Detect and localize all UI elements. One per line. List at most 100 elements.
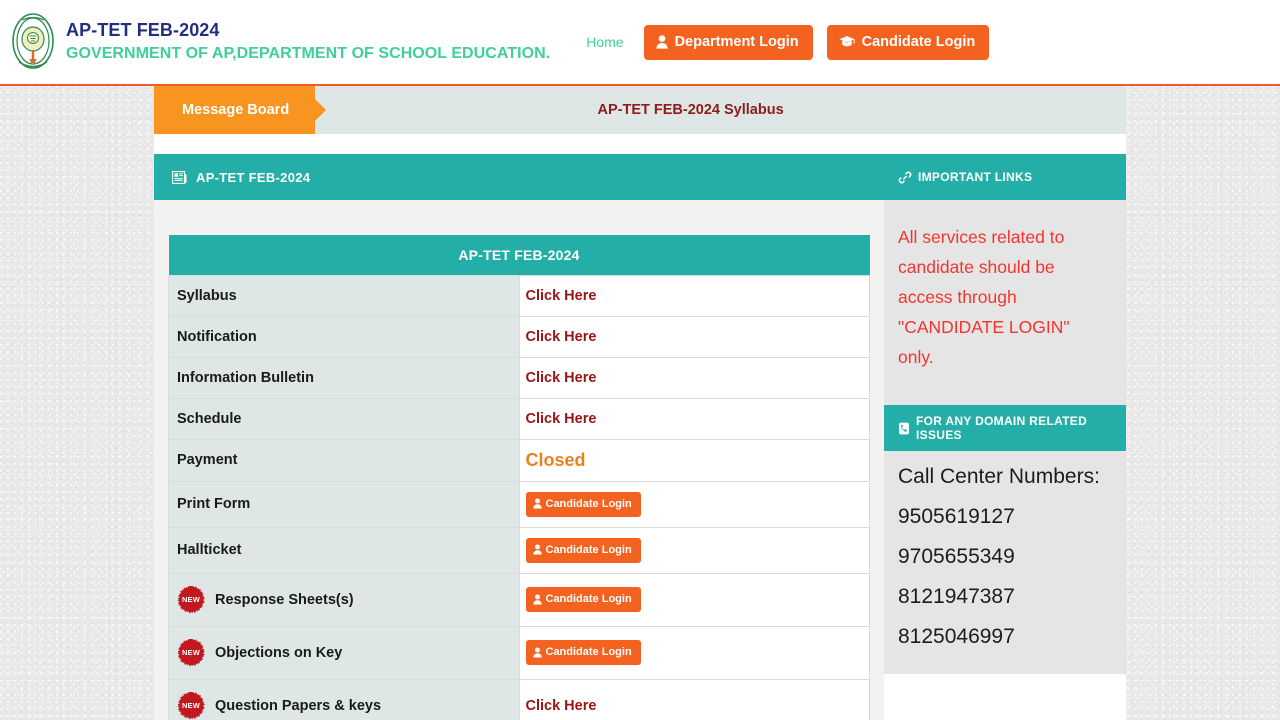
row-value-cell: Click Here — [519, 398, 870, 439]
row-label: Syllabus — [177, 288, 237, 304]
row-label-wrapper: Payment — [177, 452, 509, 468]
status-badge: Closed — [526, 450, 586, 470]
click-here-link[interactable]: Click Here — [526, 288, 597, 304]
info-table-header-row: AP-TET FEB-2024 — [169, 235, 870, 275]
row-candidate-login-button[interactable]: Candidate Login — [526, 492, 641, 517]
row-label-wrapper: NEW Response Sheets(s) — [177, 586, 509, 614]
page-container: Message Board AP-TET FEB-2024 Syllabus A… — [154, 86, 1126, 720]
row-label: Print Form — [177, 496, 250, 512]
row-label: Response Sheets(s) — [215, 592, 354, 608]
row-value-cell: Candidate Login — [519, 573, 870, 626]
row-value-cell: Closed — [519, 439, 870, 481]
department-login-label: Department Login — [675, 34, 799, 50]
table-row: NEW Objections on Key Candidate Login — [169, 626, 870, 679]
info-table-body: Syllabus Click Here Notification Click Here… — [169, 275, 870, 720]
row-candidate-login-button[interactable]: Candidate Login — [526, 640, 641, 665]
page-title: AP-TET FEB-2024 — [66, 19, 550, 42]
tab-message-board-label: Message Board — [182, 102, 289, 118]
domain-issues-label: FOR ANY DOMAIN RELATED ISSUES — [916, 414, 1126, 442]
new-badge-icon: NEW — [177, 692, 205, 720]
row-candidate-login-label: Candidate Login — [546, 544, 632, 556]
left-panel-header-label: AP-TET FEB-2024 — [196, 170, 310, 185]
important-links-body: All services related to candidate should… — [884, 200, 1126, 405]
left-column: AP-TET FEB-2024 AP-TET FEB-2024 Syllabus… — [154, 154, 884, 720]
table-row: Payment Closed — [169, 439, 870, 481]
row-label-wrapper: Hallticket — [177, 542, 509, 558]
department-login-button[interactable]: Department Login — [644, 25, 813, 60]
row-label: Information Bulletin — [177, 370, 314, 386]
click-here-link[interactable]: Click Here — [526, 698, 597, 714]
row-label-cell: Print Form — [169, 481, 520, 527]
table-row: NEW Response Sheets(s) Candidate Login — [169, 573, 870, 626]
important-links-label: IMPORTANT LINKS — [918, 170, 1032, 184]
right-column: IMPORTANT LINKS All services related to … — [884, 154, 1126, 674]
header-titles: AP-TET FEB-2024 GOVERNMENT OF AP,DEPARTM… — [66, 19, 550, 65]
tab-gap — [154, 134, 1126, 154]
user-icon — [533, 544, 542, 555]
row-value-cell: Candidate Login — [519, 626, 870, 679]
row-label-wrapper: Syllabus — [177, 288, 509, 304]
row-label-wrapper: NEW Objections on Key — [177, 639, 509, 667]
header-nav: Home Department Login Candidate Login — [580, 25, 989, 60]
row-candidate-login-label: Candidate Login — [546, 498, 632, 510]
row-label-cell: Notification — [169, 316, 520, 357]
new-badge-icon: NEW — [177, 639, 205, 667]
site-header: AP-TET FEB-2024 GOVERNMENT OF AP,DEPARTM… — [0, 0, 1280, 86]
row-value-cell: Click Here — [519, 316, 870, 357]
row-label: Hallticket — [177, 542, 241, 558]
row-value-cell: Candidate Login — [519, 527, 870, 573]
call-center-number: 8121947387 — [898, 577, 1110, 617]
page-subtitle: GOVERNMENT OF AP,DEPARTMENT OF SCHOOL ED… — [66, 43, 550, 65]
row-label: Objections on Key — [215, 645, 342, 661]
row-label-wrapper: NEW Question Papers & keys — [177, 692, 509, 720]
row-label-cell: Schedule — [169, 398, 520, 439]
candidate-login-label: Candidate Login — [862, 34, 976, 50]
content-columns: AP-TET FEB-2024 AP-TET FEB-2024 Syllabus… — [154, 154, 1126, 720]
info-table: AP-TET FEB-2024 SyllabusClick HereNotifi… — [168, 235, 870, 720]
row-label-cell: NEW Response Sheets(s) — [169, 573, 520, 626]
syllabus-headline: AP-TET FEB-2024 Syllabus — [315, 86, 1126, 134]
click-here-link[interactable]: Click Here — [526, 329, 597, 345]
click-here-link[interactable]: Click Here — [526, 411, 597, 427]
table-row: Print Form Candidate Login — [169, 481, 870, 527]
user-icon — [533, 594, 542, 605]
row-label-cell: Hallticket — [169, 527, 520, 573]
row-candidate-login-button[interactable]: Candidate Login — [526, 538, 641, 563]
table-row: Hallticket Candidate Login — [169, 527, 870, 573]
link-chain-icon — [898, 171, 912, 184]
row-candidate-login-button[interactable]: Candidate Login — [526, 587, 641, 612]
left-panel-header: AP-TET FEB-2024 — [154, 154, 884, 200]
row-label-wrapper: Schedule — [177, 411, 509, 427]
table-row: Schedule Click Here — [169, 398, 870, 439]
table-row: Notification Click Here — [169, 316, 870, 357]
row-label-wrapper: Information Bulletin — [177, 370, 509, 386]
call-center-number: 9505619127 — [898, 497, 1110, 537]
nav-home-link[interactable]: Home — [580, 30, 629, 54]
row-label: Notification — [177, 329, 257, 345]
call-center-title: Call Center Numbers: — [898, 457, 1110, 497]
call-center-number: 8125046997 — [898, 617, 1110, 657]
domain-issues-header: FOR ANY DOMAIN RELATED ISSUES — [884, 405, 1126, 451]
row-value-cell: Click Here — [519, 679, 870, 720]
info-table-column-header: AP-TET FEB-2024 — [169, 235, 870, 275]
row-label-cell: Information Bulletin — [169, 357, 520, 398]
click-here-link[interactable]: Click Here — [526, 370, 597, 386]
graduation-cap-icon — [839, 35, 855, 48]
row-label: Question Papers & keys — [215, 698, 381, 714]
row-label-cell: NEW Objections on Key — [169, 626, 520, 679]
row-value-cell: Click Here — [519, 357, 870, 398]
table-row: Information Bulletin Click Here — [169, 357, 870, 398]
table-row: Syllabus Click Here — [169, 275, 870, 316]
user-icon — [533, 647, 542, 658]
row-label: Schedule — [177, 411, 241, 427]
table-row: NEW Question Papers & keys Click Here — [169, 679, 870, 720]
row-label-wrapper: Notification — [177, 329, 509, 345]
tab-message-board[interactable]: Message Board — [154, 86, 315, 134]
new-badge-icon: NEW — [177, 586, 205, 614]
row-candidate-login-label: Candidate Login — [546, 593, 632, 605]
call-center-body: Call Center Numbers: 9505619127970565534… — [884, 451, 1126, 674]
candidate-login-button[interactable]: Candidate Login — [827, 25, 990, 60]
row-label-wrapper: Print Form — [177, 496, 509, 512]
tab-strip: Message Board AP-TET FEB-2024 Syllabus — [154, 86, 1126, 134]
ap-government-emblem-icon — [10, 12, 56, 72]
